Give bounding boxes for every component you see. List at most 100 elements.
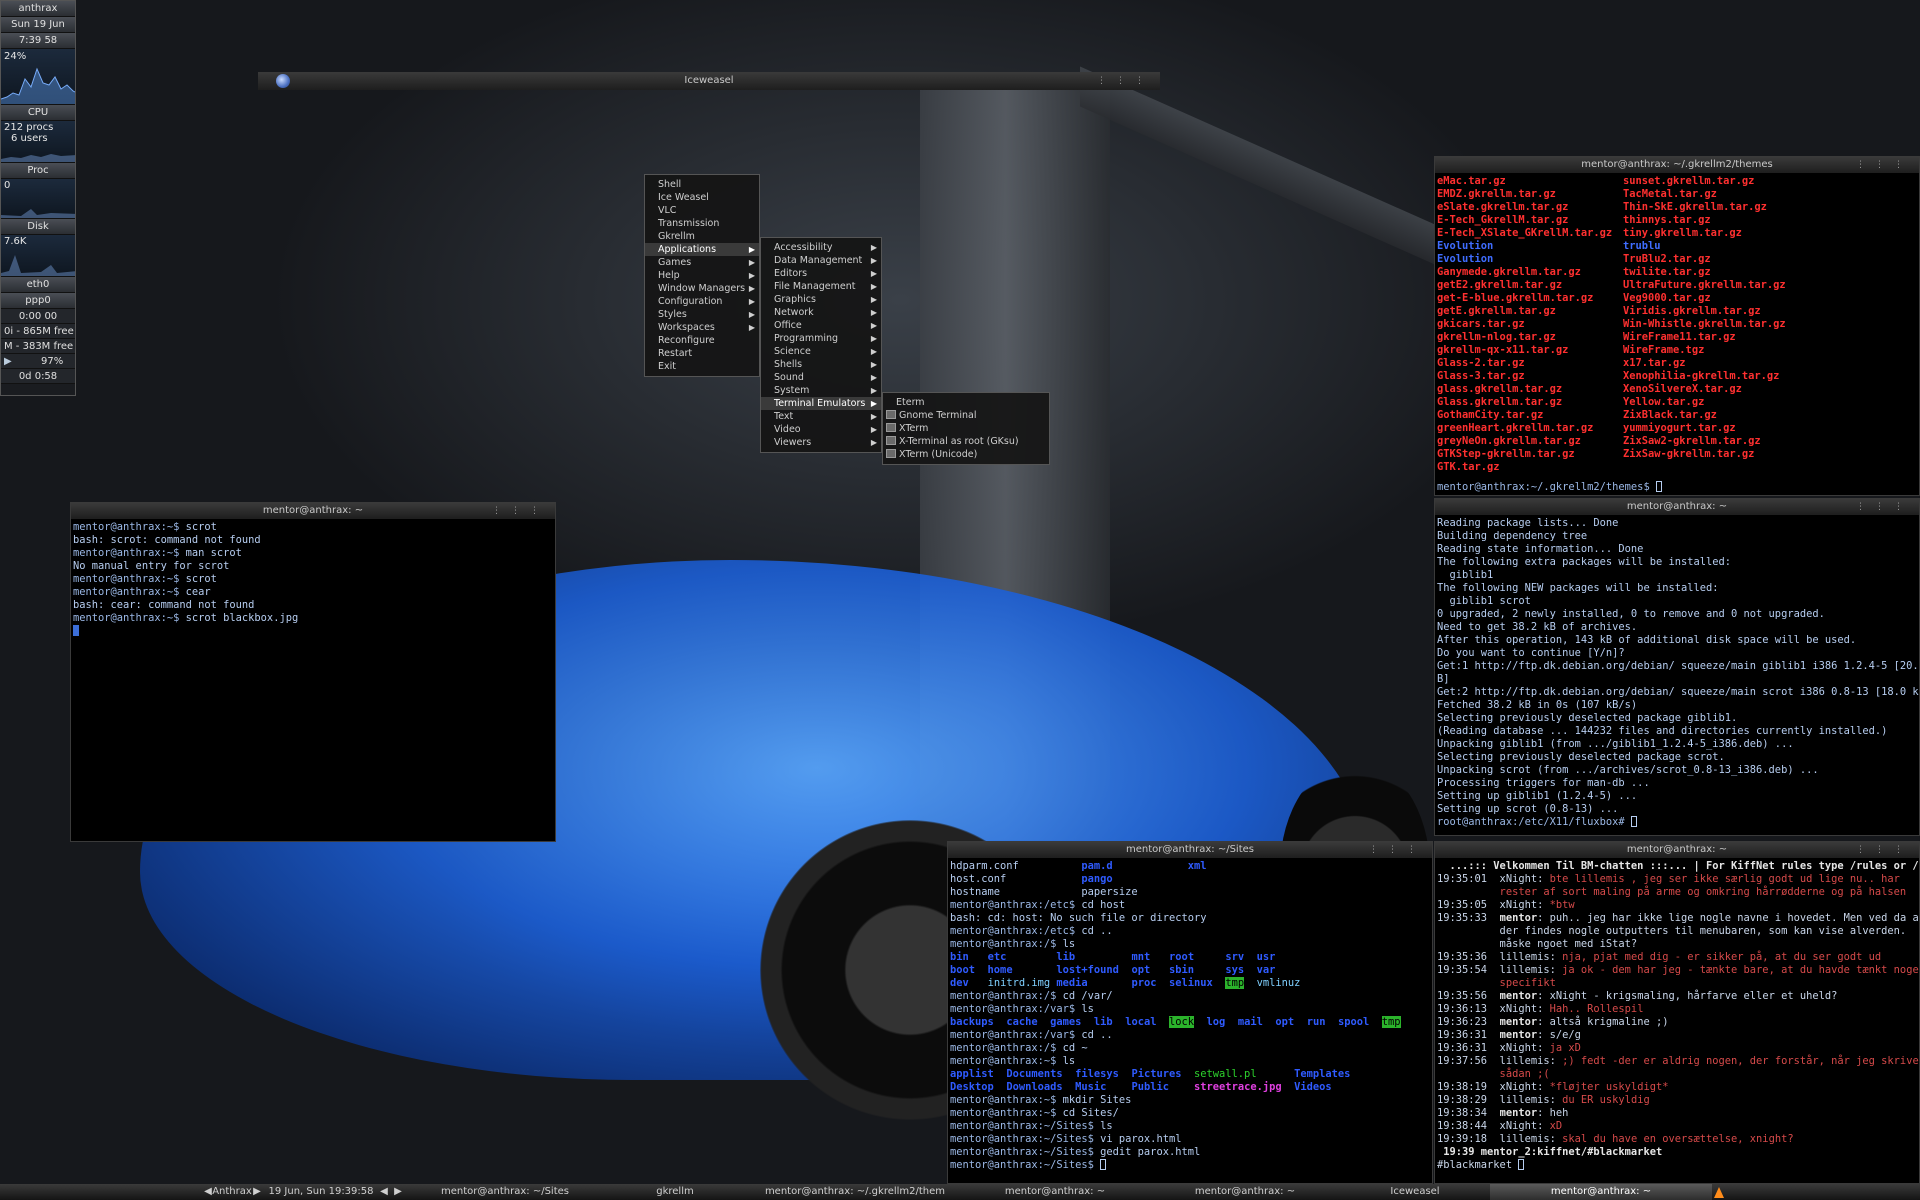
themes-column-2: sunset.gkrellm.tar.gz TacMetal.tar.gz Thin…	[1623, 175, 1786, 461]
menu-item-exit[interactable]: Exit	[645, 360, 759, 373]
menu-item-accessibility[interactable]: Accessibility ▶	[761, 241, 881, 254]
taskbar-task[interactable]: mentor@anthrax: ~	[960, 1184, 1150, 1200]
terminal-window-root[interactable]: mentor@anthrax: ~ ⋮⋮⋮ Reading package lis…	[1434, 498, 1920, 836]
menu-item-office[interactable]: Office ▶	[761, 319, 881, 332]
menu-item-gkrellm[interactable]: Gkrellm	[645, 230, 759, 243]
menu-item-editors[interactable]: Editors ▶	[761, 267, 881, 280]
fluxbox-root-menu[interactable]: Shell Ice Weasel VLC Transmission Gkrellm App…	[644, 174, 760, 377]
window-buttons[interactable]: ⋮⋮⋮	[1097, 72, 1154, 90]
submenu-arrow-icon: ▶	[748, 271, 755, 280]
gkrellm-disk-chart[interactable]: 0	[1, 179, 75, 219]
terminal-titlebar[interactable]: mentor@anthrax: ~ ⋮⋮⋮	[1435, 499, 1919, 515]
terminal-text: Fetched 38.2 kB in 0s (107 kB/s)	[1437, 699, 1638, 711]
menu-item-help[interactable]: Help ▶	[645, 269, 759, 282]
menu-item-graphics[interactable]: Graphics ▶	[761, 293, 881, 306]
theme-file: x17.tar.gz	[1623, 357, 1786, 370]
menu-item-network[interactable]: Network ▶	[761, 306, 881, 319]
terminal-output[interactable]: eMac.tar.gz EMDZ.gkrellm.tar.gz eSlate.gkr…	[1435, 173, 1919, 495]
terminal-text: hdparm.conf	[950, 860, 1082, 872]
applications-submenu[interactable]: Accessibility ▶ Data Management ▶ Editors ▶ Fi…	[760, 237, 882, 453]
menu-item-eterm[interactable]: Eterm	[883, 396, 1049, 409]
terminal-titlebar[interactable]: mentor@anthrax: ~ ⋮⋮⋮	[1435, 842, 1919, 858]
menu-item-styles[interactable]: Styles ▶	[645, 308, 759, 321]
menu-item-file-management[interactable]: File Management ▶	[761, 280, 881, 293]
menu-item-system[interactable]: System ▶	[761, 384, 881, 397]
menu-item-xterm[interactable]: XTerm	[883, 422, 1049, 435]
gkrellm-proc-chart[interactable]: 212 procs 6 users	[1, 121, 75, 163]
task-prev-icon[interactable]: ◀	[378, 1184, 390, 1200]
iceweasel-window[interactable]: Iceweasel ⋮⋮⋮	[258, 72, 1160, 90]
gkrellm-monitor[interactable]: anthrax Sun 19 Jun 7:39 58 24% CPU 212 p…	[0, 0, 76, 396]
menu-item-xterm-unicode-[interactable]: XTerm (Unicode)	[883, 448, 1049, 461]
menu-item-ice-weasel[interactable]: Ice Weasel	[645, 191, 759, 204]
menu-item-shells[interactable]: Shells ▶	[761, 358, 881, 371]
window-buttons[interactable]: ⋮⋮⋮	[1856, 842, 1913, 858]
terminal-line: applist Documents filesys Pictures setwa…	[950, 1068, 1430, 1081]
terminal-window-sites[interactable]: mentor@anthrax: ~/Sites ⋮⋮⋮ hdparm.conf p…	[947, 841, 1433, 1184]
window-buttons[interactable]: ⋮⋮⋮	[1856, 499, 1913, 515]
terminal-text: ZixSaw2-gkrellm.tar.gz	[1623, 435, 1761, 447]
theme-file: thinnys.tar.gz	[1623, 214, 1786, 227]
taskbar-task[interactable]: mentor@anthrax: ~/Sites	[410, 1184, 600, 1200]
terminal-window-home[interactable]: mentor@anthrax: ~ ⋮⋮⋮ mentor@anthrax:~$ s…	[70, 502, 556, 842]
terminal-icon	[886, 449, 896, 458]
window-title: mentor@anthrax: ~	[1626, 844, 1728, 855]
task-next-icon[interactable]: ▶	[392, 1184, 404, 1200]
terminal-output[interactable]: mentor@anthrax:~$ scrot bash: scrot: comm…	[71, 519, 555, 640]
terminal-output[interactable]: ...::: Velkommen Til BM-chatten :::... |…	[1435, 858, 1919, 1174]
menu-item-transmission[interactable]: Transmission	[645, 217, 759, 230]
menu-item-games[interactable]: Games ▶	[645, 256, 759, 269]
window-buttons[interactable]: ⋮⋮⋮	[1856, 157, 1913, 173]
terminal-titlebar[interactable]: mentor@anthrax: ~/Sites ⋮⋮⋮	[948, 842, 1432, 858]
terminal-window-irc[interactable]: mentor@anthrax: ~ ⋮⋮⋮ ...::: Velkommen Ti…	[1434, 841, 1920, 1184]
workspace-next-icon[interactable]: ▶	[250, 1184, 264, 1200]
menu-item-text[interactable]: Text ▶	[761, 410, 881, 423]
menu-item-restart[interactable]: Restart	[645, 347, 759, 360]
terminal-text: mentor@anthrax:~/Sites$	[950, 1159, 1101, 1171]
theme-file: yummiyogurt.tar.gz	[1623, 422, 1786, 435]
menu-item-x-terminal-as-root-gksu-[interactable]: X-Terminal as root (GKsu)	[883, 435, 1049, 448]
terminal-titlebar[interactable]: mentor@anthrax: ~/.gkrellm2/themes ⋮⋮⋮	[1435, 157, 1919, 173]
menu-item-gnome-terminal[interactable]: Gnome Terminal	[883, 409, 1049, 422]
taskbar-task[interactable]: gkrellm	[600, 1184, 750, 1200]
taskbar-task[interactable]: mentor@anthrax: ~	[1150, 1184, 1340, 1200]
menu-item-configuration[interactable]: Configuration ▶	[645, 295, 759, 308]
window-buttons[interactable]: ⋮⋮⋮	[1369, 842, 1426, 858]
menu-item-viewers[interactable]: Viewers ▶	[761, 436, 881, 449]
gkrellm-net-chart[interactable]: 7.6K	[1, 235, 75, 277]
iceweasel-globe-icon[interactable]	[276, 74, 290, 88]
gkrellm-cpu-chart[interactable]: 24%	[1, 49, 75, 105]
menu-item-video[interactable]: Video ▶	[761, 423, 881, 436]
menu-item-data-management[interactable]: Data Management ▶	[761, 254, 881, 267]
terminal-emulators-submenu[interactable]: Eterm Gnome Terminal XTerm X-Terminal as ro…	[882, 392, 1050, 465]
terminal-text: Yellow.tar.gz	[1623, 396, 1705, 408]
menu-item-sound[interactable]: Sound ▶	[761, 371, 881, 384]
fluxbox-taskbar[interactable]: ◀ Anthrax ▶ 19 Jun, Sun 19:39:58 ◀ ▶ men…	[0, 1184, 1920, 1200]
terminal-text: pango	[1081, 873, 1113, 885]
terminal-line: Selecting previously deselected package …	[1437, 751, 1917, 764]
iceweasel-titlebar[interactable]: Iceweasel ⋮⋮⋮	[258, 72, 1160, 90]
terminal-line: mentor@anthrax:~/Sites$ vi parox.html	[950, 1133, 1430, 1146]
menu-item-terminal-emulators[interactable]: Terminal Emulators ▶	[761, 397, 881, 410]
menu-item-shell[interactable]: Shell	[645, 178, 759, 191]
terminal-output[interactable]: Reading package lists... Done Building de…	[1435, 515, 1919, 831]
window-buttons[interactable]: ⋮⋮⋮	[492, 503, 549, 519]
menu-item-science[interactable]: Science ▶	[761, 345, 881, 358]
terminal-line: 19:35:01 xNight: bte lillemis , jeg ser …	[1437, 873, 1917, 886]
menu-item-vlc[interactable]: VLC	[645, 204, 759, 217]
menu-item-workspaces[interactable]: Workspaces ▶	[645, 321, 759, 334]
menu-item-reconfigure[interactable]: Reconfigure	[645, 334, 759, 347]
menu-item-window-managers[interactable]: Window Managers ▶	[645, 282, 759, 295]
theme-file: Glass-2.tar.gz	[1437, 357, 1612, 370]
terminal-output[interactable]: hdparm.conf pam.d xml host.conf pango host…	[948, 858, 1432, 1174]
taskbar-task[interactable]: Iceweasel	[1340, 1184, 1490, 1200]
menu-item-programming[interactable]: Programming ▶	[761, 332, 881, 345]
taskbar-task[interactable]: mentor@anthrax: ~/.gkrellm2/them	[750, 1184, 960, 1200]
terminal-cursor	[73, 625, 79, 636]
taskbar-task[interactable]: mentor@anthrax: ~	[1490, 1184, 1712, 1200]
vlc-cone-icon[interactable]	[1712, 1184, 1726, 1200]
terminal-titlebar[interactable]: mentor@anthrax: ~ ⋮⋮⋮	[71, 503, 555, 519]
menu-item-applications[interactable]: Applications ▶	[645, 243, 759, 256]
terminal-window-themes[interactable]: mentor@anthrax: ~/.gkrellm2/themes ⋮⋮⋮ eM…	[1434, 156, 1920, 496]
